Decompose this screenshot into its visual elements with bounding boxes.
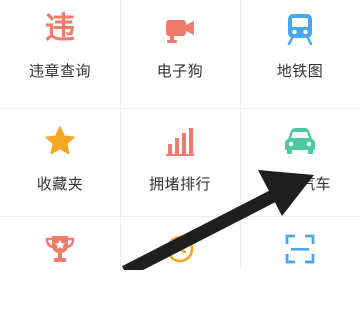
clock-icon: [163, 232, 197, 266]
grid-item-congestion-ranking[interactable]: 拥堵排行: [120, 108, 240, 216]
trophy-icon: [43, 232, 77, 266]
grid-item-trophy[interactable]: [0, 216, 120, 324]
grid-item-favorites[interactable]: 收藏夹: [0, 108, 120, 216]
grid-item-label: 拥堵排行: [148, 175, 211, 193]
grid-item-scan[interactable]: [240, 216, 360, 324]
subway-icon: [283, 12, 317, 46]
grid-item-connect-car[interactable]: 连接汽车: [240, 108, 360, 216]
camera-icon: [163, 12, 197, 46]
scan-icon: [283, 232, 317, 266]
grid-item-electronic-dog[interactable]: 电子狗: [120, 0, 240, 108]
grid-item-label: 违章查询: [28, 62, 91, 80]
tools-grid: 违 违章查询 电子狗 地铁图 收藏夹 拥堵排行 连接汽车: [0, 0, 360, 270]
star-icon: [43, 124, 77, 158]
bar-chart-icon: [163, 124, 197, 158]
grid-item-subway-map[interactable]: 地铁图: [240, 0, 360, 108]
grid-item-label: 电子狗: [156, 62, 204, 80]
grid-item-history[interactable]: [120, 216, 240, 324]
grid-item-violation-query[interactable]: 违 违章查询: [0, 0, 120, 108]
grid-item-label: 收藏夹: [36, 175, 84, 193]
violation-icon: 违: [45, 11, 75, 46]
car-icon: [283, 124, 317, 158]
grid-item-label: 地铁图: [276, 62, 324, 80]
grid-item-label: 连接汽车: [268, 175, 331, 193]
